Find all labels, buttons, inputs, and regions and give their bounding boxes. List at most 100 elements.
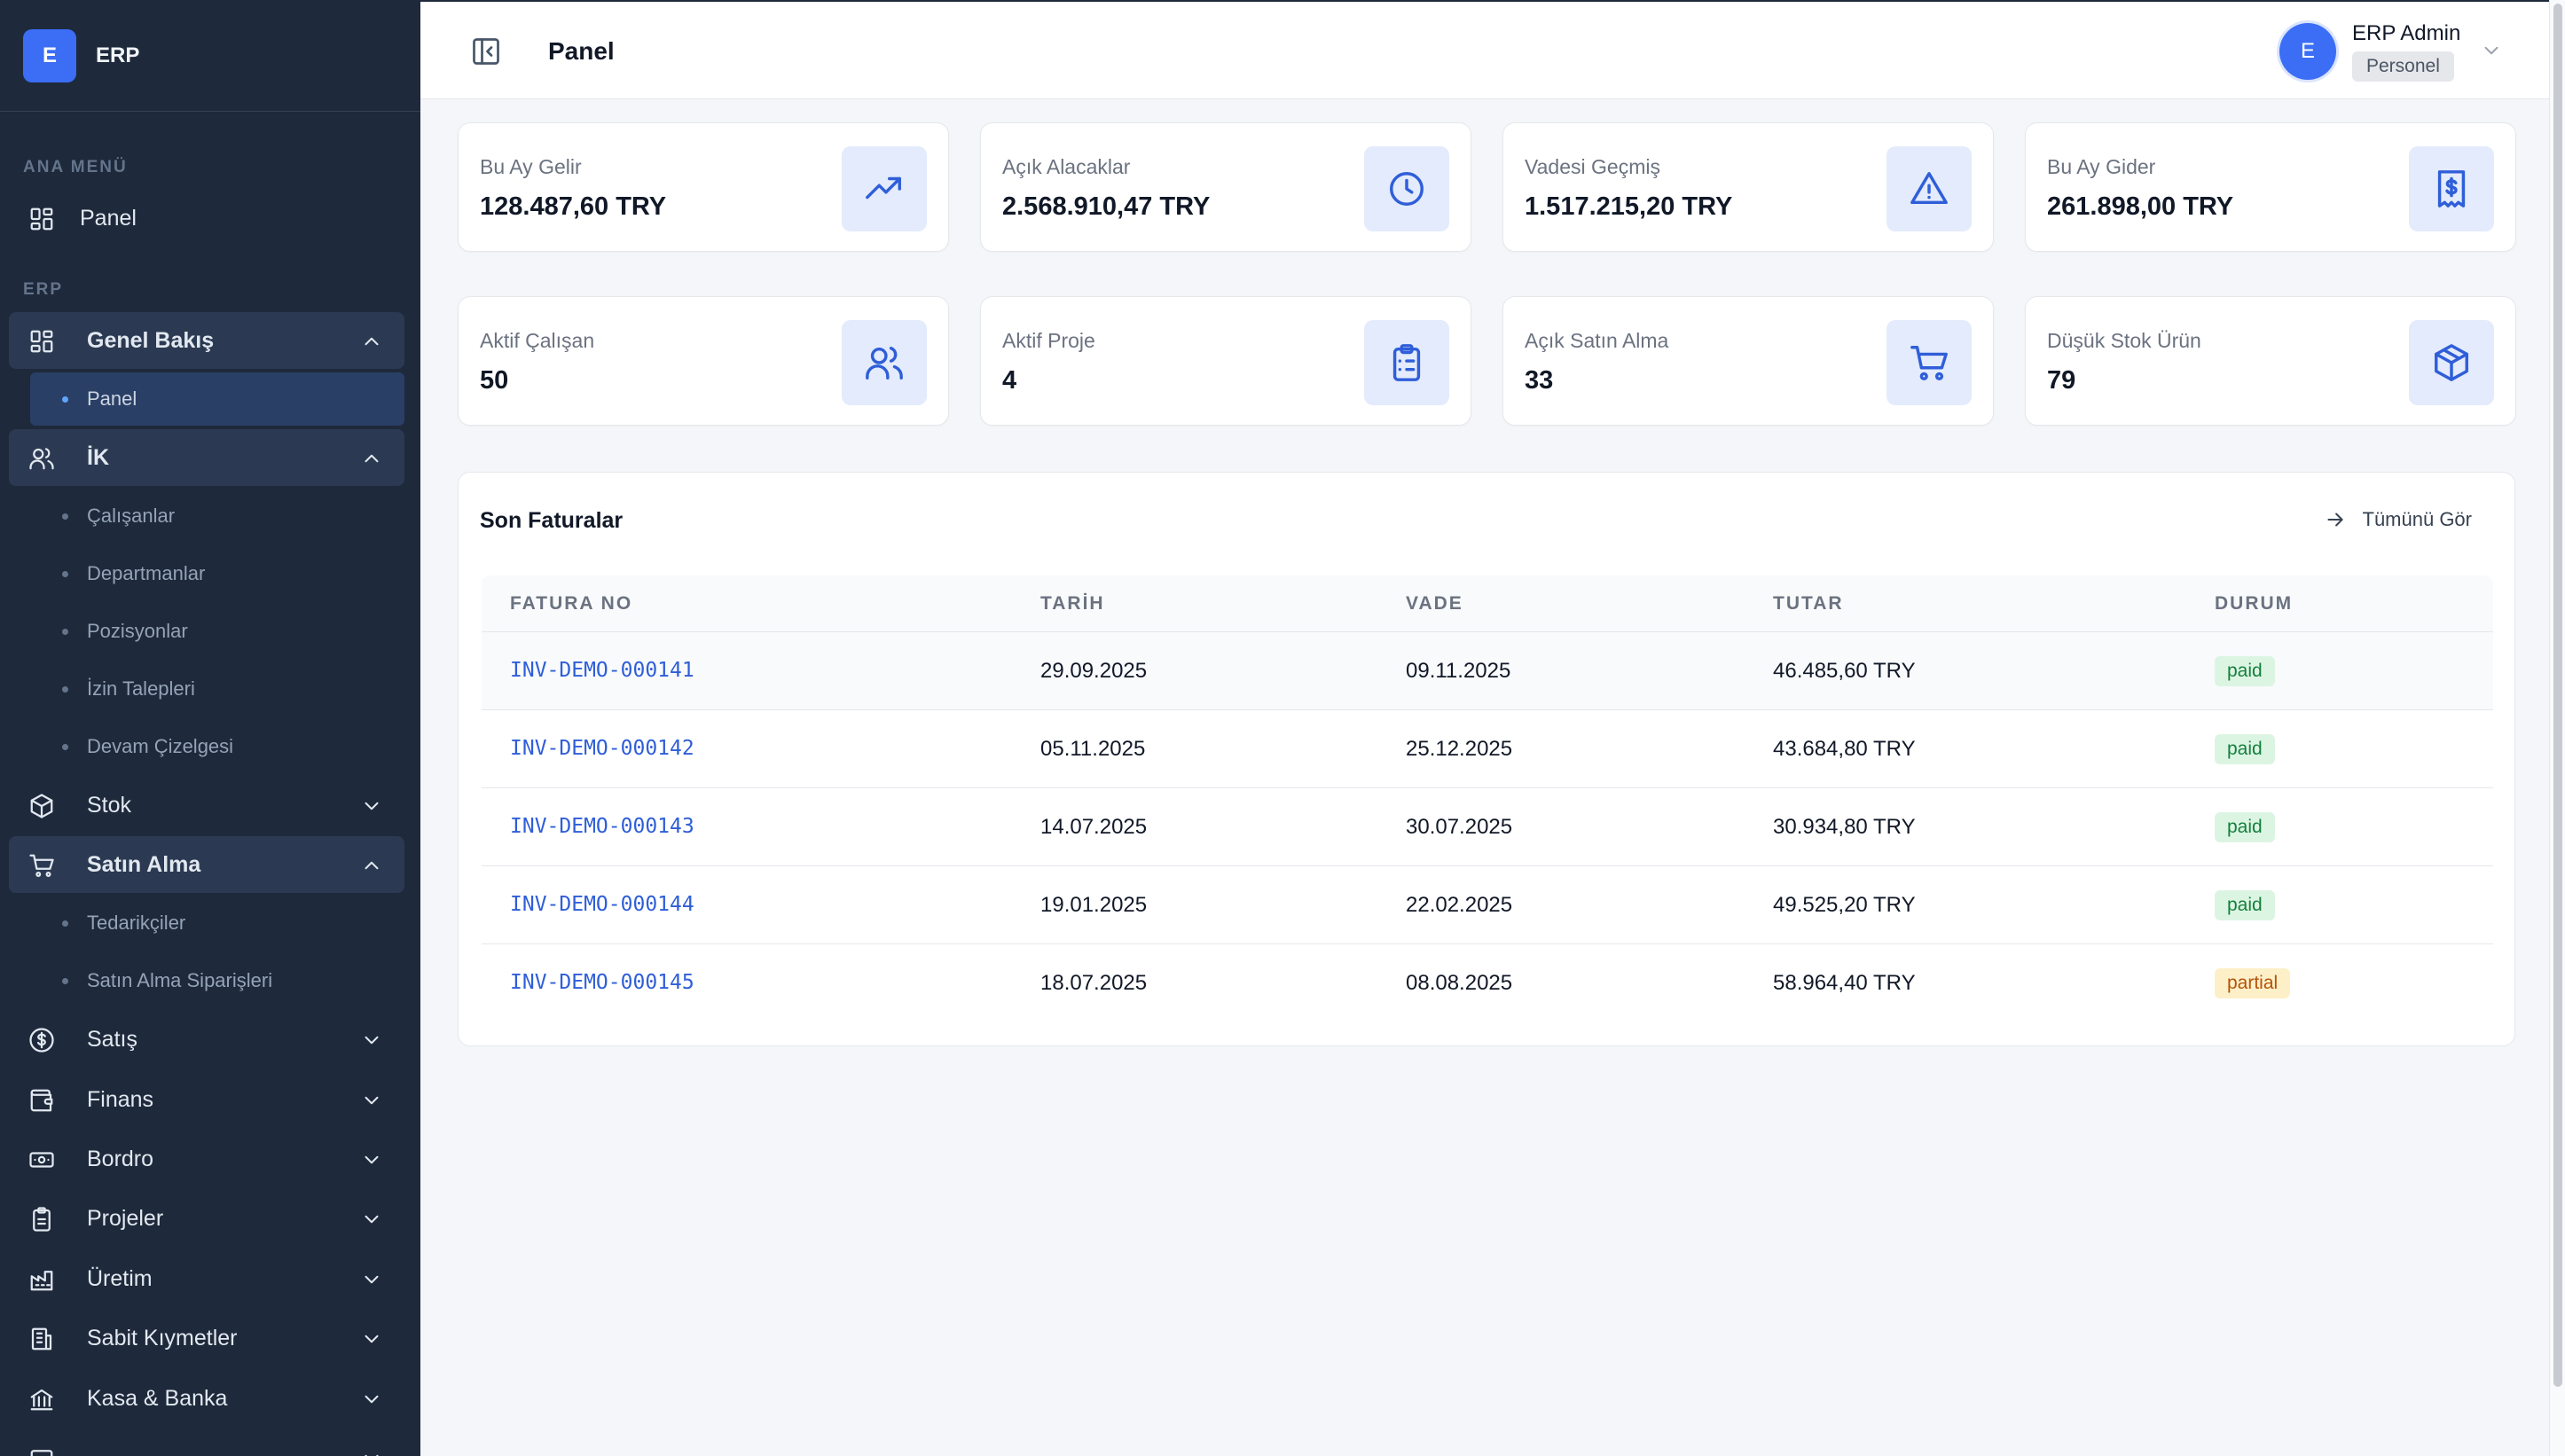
sidebar-item-label: Panel bbox=[80, 205, 137, 231]
chevron-down-icon bbox=[365, 1036, 379, 1045]
invoice-number-link[interactable]: INV-DEMO-000142 bbox=[510, 737, 694, 760]
sidebar-group-label: Genel Bakış bbox=[87, 327, 215, 353]
sidebar-group-label: Kasa & Banka bbox=[87, 1385, 228, 1411]
sidebar-group-overview[interactable]: Genel Bakış bbox=[9, 312, 404, 369]
sidebar-group-label: Satış bbox=[87, 1026, 137, 1052]
sidebar-group-purchasing[interactable]: Satın Alma bbox=[9, 836, 404, 893]
sidebar-subitem-leave-requests[interactable]: İzin Talepleri bbox=[30, 662, 404, 716]
stat-icon-box bbox=[1886, 146, 1972, 231]
invoice-date: 05.11.2025 bbox=[1040, 737, 1146, 761]
stat-label: Bu Ay Gider bbox=[2047, 155, 2156, 178]
sidebar-group-stock[interactable]: Stok bbox=[9, 777, 404, 834]
scrollbar-thumb[interactable] bbox=[2553, 4, 2562, 1387]
sidebar-group-hr[interactable]: İK bbox=[9, 429, 404, 486]
stat-card-active-employees: Aktif Çalışan 50 bbox=[458, 296, 949, 426]
column-header[interactable]: DURUM bbox=[2215, 593, 2293, 614]
bullet-dot bbox=[62, 629, 68, 635]
grid-icon bbox=[30, 330, 53, 353]
stat-icon-box bbox=[1364, 146, 1449, 231]
column-header[interactable]: TUTAR bbox=[1773, 593, 1844, 614]
grid-icon bbox=[30, 207, 53, 231]
sidebar-item-panel[interactable]: Panel bbox=[9, 190, 404, 247]
folder-icon bbox=[30, 1450, 53, 1456]
user-name[interactable]: ERP Admin bbox=[2352, 21, 2460, 46]
sidebar-subitem-panel[interactable]: Panel bbox=[30, 372, 404, 426]
table-row[interactable]: INV-DEMO-000141 29.09.2025 09.11.2025 46… bbox=[482, 632, 2493, 710]
sidebar-group-sales[interactable]: Satış bbox=[9, 1011, 404, 1068]
invoice-number-link[interactable]: INV-DEMO-000145 bbox=[510, 971, 694, 994]
status-badge: paid bbox=[2215, 734, 2275, 764]
sidebar-group-cutoff[interactable] bbox=[9, 1429, 404, 1456]
sidebar-group-payroll[interactable]: Bordro bbox=[9, 1131, 404, 1187]
chevron-down-icon[interactable] bbox=[2480, 39, 2503, 62]
page-scrollbar[interactable] bbox=[2549, 0, 2565, 1456]
clipboard-list-icon bbox=[1392, 344, 1421, 381]
sidebar: E ERP ANA MENÜ Panel ERP Genel Bakış Pan… bbox=[0, 0, 420, 1456]
avatar[interactable]: E bbox=[2279, 23, 2336, 80]
invoice-number-link[interactable]: INV-DEMO-000143 bbox=[510, 815, 694, 838]
sidebar-subitem-positions[interactable]: Pozisyonlar bbox=[30, 605, 404, 658]
invoice-number-link[interactable]: INV-DEMO-000144 bbox=[510, 893, 694, 916]
sidebar-collapse-icon[interactable] bbox=[470, 35, 502, 67]
bullet-dot bbox=[62, 920, 68, 927]
factory-icon bbox=[30, 1271, 53, 1291]
view-all-link[interactable]: Tümünü Gör bbox=[2324, 508, 2473, 531]
sidebar-group-projects[interactable]: Projeler bbox=[9, 1190, 404, 1247]
stat-card-open-receivables: Açık Alacaklar 2.568.910,47 TRY bbox=[980, 122, 1471, 252]
sidebar-subitem-label: Departmanlar bbox=[87, 562, 206, 584]
table-row[interactable]: INV-DEMO-000142 05.11.2025 25.12.2025 43… bbox=[482, 710, 2493, 788]
brand[interactable]: E ERP bbox=[0, 0, 420, 112]
arrow-right-icon bbox=[2326, 513, 2343, 527]
sidebar-group-label: Projeler bbox=[87, 1205, 164, 1231]
invoice-due: 22.02.2025 bbox=[1406, 893, 1513, 917]
stat-card-active-projects: Aktif Proje 4 bbox=[980, 296, 1471, 426]
bullet-dot bbox=[62, 571, 68, 577]
stat-label: Açık Alacaklar bbox=[1002, 155, 1131, 178]
view-all-label: Tümünü Gör bbox=[2362, 508, 2473, 530]
sidebar-group-cash-bank[interactable]: Kasa & Banka bbox=[9, 1370, 404, 1427]
dollar-icon bbox=[29, 1028, 54, 1053]
clock-icon bbox=[1390, 172, 1424, 206]
column-header[interactable]: TARİH bbox=[1040, 593, 1105, 614]
chevron-down-icon bbox=[365, 1335, 379, 1343]
sidebar-subitem-employees[interactable]: Çalışanlar bbox=[30, 489, 404, 543]
stat-value: 128.487,60 TRY bbox=[480, 192, 667, 221]
brand-logo: E bbox=[23, 28, 76, 82]
table-row[interactable]: INV-DEMO-000143 14.07.2025 30.07.2025 30… bbox=[482, 788, 2493, 866]
sidebar-group-production[interactable]: Üretim bbox=[9, 1250, 404, 1307]
invoice-amount: 58.964,40 TRY bbox=[1773, 971, 1916, 995]
sidebar-group-fixed-assets[interactable]: Sabit Kıymetler bbox=[9, 1310, 404, 1366]
invoices-table: FATURA NO TARİH VADE TUTAR DURUM INV-DEM… bbox=[482, 575, 2493, 1022]
sidebar-subitem-purchase-orders[interactable]: Satın Alma Siparişleri bbox=[30, 954, 404, 1007]
sidebar-subitem-departments[interactable]: Departmanlar bbox=[30, 547, 404, 600]
stat-card-monthly-income: Bu Ay Gelir 128.487,60 TRY bbox=[458, 122, 949, 252]
section-label-main: ANA MENÜ bbox=[23, 158, 128, 176]
sidebar-group-label: Stok bbox=[87, 792, 132, 818]
table-row[interactable]: INV-DEMO-000144 19.01.2025 22.02.2025 49… bbox=[482, 866, 2493, 944]
chevron-down-icon bbox=[365, 1155, 379, 1164]
sidebar-subitem-label: İzin Talepleri bbox=[87, 677, 195, 700]
stat-value: 261.898,00 TRY bbox=[2047, 192, 2234, 221]
clipboard-icon bbox=[33, 1207, 51, 1232]
sidebar-subitem-attendance[interactable]: Devam Çizelgesi bbox=[30, 720, 404, 773]
brand-name: ERP bbox=[96, 43, 140, 67]
sidebar-group-finance[interactable]: Finans bbox=[9, 1071, 404, 1128]
stat-value: 79 bbox=[2047, 366, 2076, 395]
user-role-badge: Personel bbox=[2352, 51, 2454, 82]
sidebar-group-label: Üretim bbox=[87, 1265, 153, 1291]
table-row[interactable]: INV-DEMO-000145 18.07.2025 08.08.2025 58… bbox=[482, 944, 2493, 1022]
banknote-icon bbox=[29, 1152, 54, 1168]
bank-icon bbox=[30, 1389, 53, 1411]
box-icon bbox=[30, 794, 53, 818]
sidebar-subitem-suppliers[interactable]: Tedarikçiler bbox=[30, 896, 404, 950]
chevron-down-icon bbox=[365, 1215, 379, 1224]
invoice-number-link[interactable]: INV-DEMO-000141 bbox=[510, 659, 694, 682]
chevron-down-icon bbox=[365, 1275, 379, 1284]
cart-icon bbox=[1910, 346, 1948, 380]
sidebar-group-label: Bordro bbox=[87, 1146, 154, 1171]
column-header[interactable]: FATURA NO bbox=[510, 593, 632, 614]
status-badge: paid bbox=[2215, 812, 2275, 842]
table-header: FATURA NO TARİH VADE TUTAR DURUM bbox=[482, 575, 2493, 632]
column-header[interactable]: VADE bbox=[1406, 593, 1463, 614]
stat-label: Aktif Çalışan bbox=[480, 329, 595, 352]
